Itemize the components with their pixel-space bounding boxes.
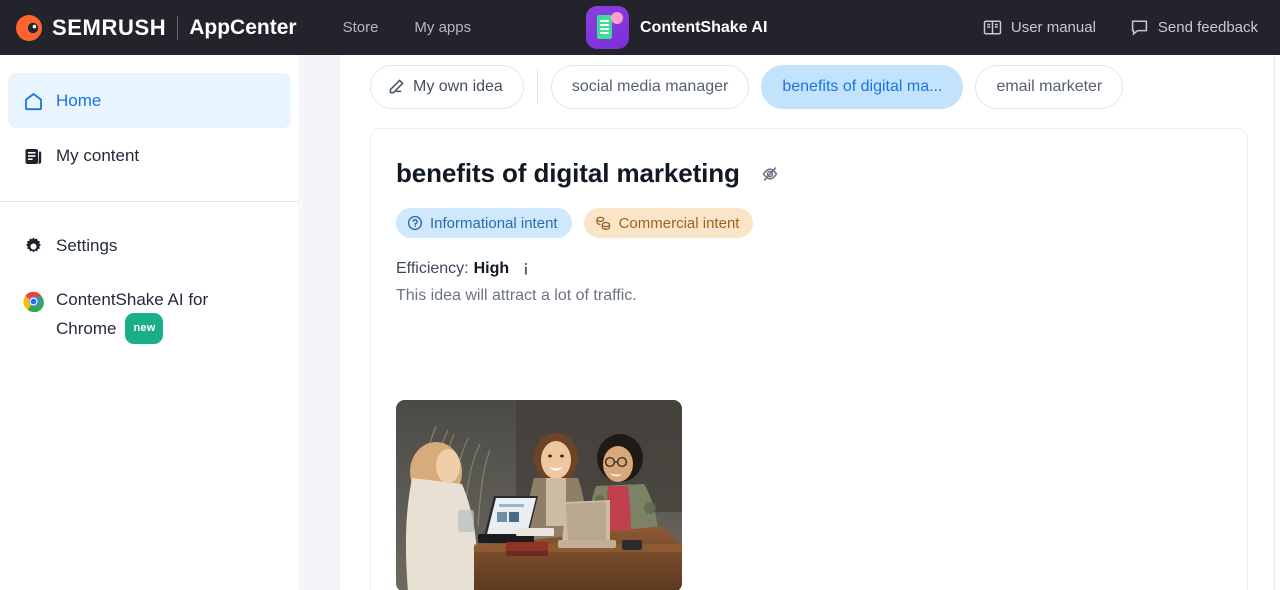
layout-gutter <box>301 55 340 590</box>
efficiency-value: High <box>473 260 510 277</box>
main-content: My own idea social media manager benefit… <box>340 55 1277 590</box>
tab-email-marketer-label: email marketer <box>996 78 1103 95</box>
current-app-name: ContentShake AI <box>640 18 768 36</box>
sidebar-item-settings[interactable]: Settings <box>8 218 291 273</box>
home-icon <box>22 90 44 112</box>
idea-topic-tabs: My own idea social media manager benefit… <box>370 65 1124 109</box>
top-navigation-bar: SEMRUSH AppCenter Store My apps ContentS… <box>0 0 1280 55</box>
send-feedback-label: Send feedback <box>1157 19 1258 36</box>
idea-title: benefits of digital marketing <box>396 158 740 188</box>
intent-badges: Informational intent Commercial intent <box>396 208 1247 238</box>
tab-benefits-of-digital-marketing-label: benefits of digital ma... <box>782 78 943 95</box>
tab-my-own-idea[interactable]: My own idea <box>370 65 524 109</box>
efficiency-row: Efficiency: High <box>396 260 1247 278</box>
sidebar-item-home[interactable]: Home <box>8 73 291 128</box>
nav-link-store[interactable]: Store <box>343 19 379 36</box>
coins-icon <box>595 215 612 231</box>
user-manual-button[interactable]: User manual <box>983 18 1096 37</box>
idea-card: benefits of digital marketing Informatio… <box>370 128 1248 590</box>
eye-off-icon[interactable] <box>759 163 781 185</box>
semrush-wordmark: SEMRUSH <box>52 14 167 40</box>
sidebar-item-my-content[interactable]: My content <box>8 128 291 183</box>
informational-intent-label: Informational intent <box>430 214 558 232</box>
tab-social-media-manager-label: social media manager <box>571 78 729 95</box>
question-circle-icon <box>407 215 423 231</box>
status-badge-informational-intent: Informational intent <box>396 208 572 238</box>
current-app-identity: ContentShake AI <box>586 6 767 49</box>
topbar-actions: User manual Send feedback <box>983 0 1258 55</box>
tab-benefits-of-digital-marketing[interactable]: benefits of digital ma... <box>761 65 964 109</box>
sidebar-item-label-home: Home <box>56 91 102 110</box>
appcenter-label[interactable]: AppCenter <box>189 16 296 40</box>
sidebar: Home My content Settings ContentShake AI… <box>0 55 300 590</box>
tab-social-media-manager[interactable]: social media manager <box>550 65 750 109</box>
sidebar-item-contentshake-for-chrome[interactable]: ContentShake AI for Chrome new <box>8 273 291 352</box>
document-stack-icon <box>22 145 44 167</box>
idea-card-header: benefits of digital marketing <box>396 158 1247 189</box>
tab-my-own-idea-label: My own idea <box>413 78 503 95</box>
user-manual-label: User manual <box>1010 19 1096 36</box>
pencil-icon <box>387 78 405 96</box>
nav-link-my-apps[interactable]: My apps <box>414 19 471 36</box>
scrollbar[interactable] <box>1274 55 1277 590</box>
semrush-brand[interactable]: SEMRUSH <box>14 13 166 43</box>
efficiency-description: This idea will attract a lot of traffic. <box>396 287 637 304</box>
book-icon <box>983 18 1002 37</box>
contentshake-app-icon <box>586 6 629 49</box>
chrome-icon <box>22 290 44 312</box>
efficiency-label: Efficiency: <box>396 260 469 277</box>
sidebar-item-label-contentshake-for-chrome: ContentShake AI for Chrome new <box>56 275 256 344</box>
new-badge: new <box>125 313 164 344</box>
speech-bubble-icon <box>1130 18 1149 37</box>
tabs-divider <box>536 70 538 104</box>
semrush-logo-icon <box>14 13 44 43</box>
gear-icon <box>22 235 44 257</box>
sidebar-divider <box>0 201 299 202</box>
info-icon[interactable] <box>519 261 533 277</box>
idea-photo <box>396 400 682 590</box>
tab-email-marketer[interactable]: email marketer <box>975 65 1124 109</box>
sidebar-item-label-my-content: My content <box>56 146 140 165</box>
commercial-intent-label: Commercial intent <box>618 214 740 232</box>
sidebar-item-label-settings: Settings <box>56 236 118 255</box>
send-feedback-button[interactable]: Send feedback <box>1130 18 1258 37</box>
brand-divider <box>177 15 179 40</box>
status-badge-commercial-intent: Commercial intent <box>583 208 754 238</box>
